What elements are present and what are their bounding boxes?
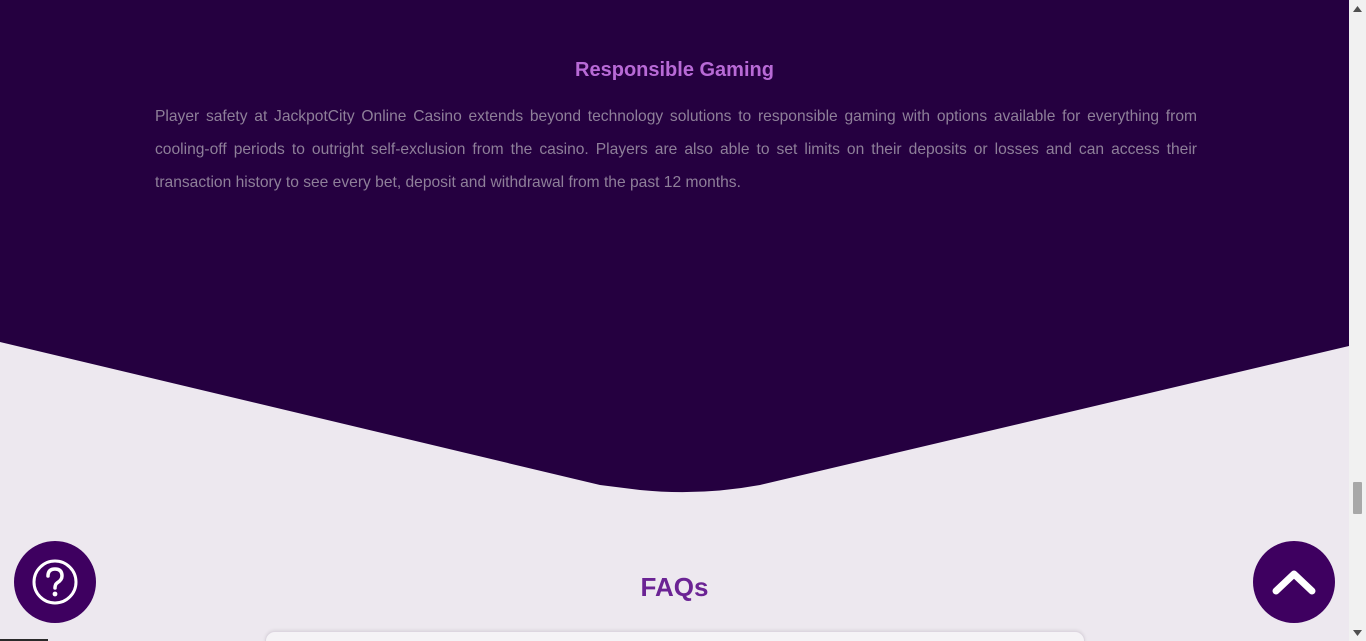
chevron-up-icon: [1272, 570, 1316, 595]
responsible-gaming-title: Responsible Gaming: [575, 59, 774, 81]
faq-accordion-item[interactable]: [265, 631, 1085, 641]
scrollbar-thumb[interactable]: [1353, 482, 1362, 514]
scroll-down-arrow-icon[interactable]: [1349, 624, 1366, 641]
responsible-gaming-text: Player safety at JackpotCity Online Casi…: [155, 108, 1197, 191]
faqs-title: FAQs: [640, 572, 709, 602]
page: Responsible Gaming Player safety at Jack…: [0, 0, 1349, 641]
vertical-scrollbar[interactable]: [1349, 0, 1366, 641]
scroll-to-top-button[interactable]: [1253, 541, 1335, 623]
question-circle-icon: [32, 559, 78, 605]
help-button[interactable]: [14, 541, 96, 623]
responsible-gaming-section: Responsible Gaming Player safety at Jack…: [0, 0, 1349, 500]
scroll-up-arrow-icon[interactable]: [1349, 0, 1366, 17]
